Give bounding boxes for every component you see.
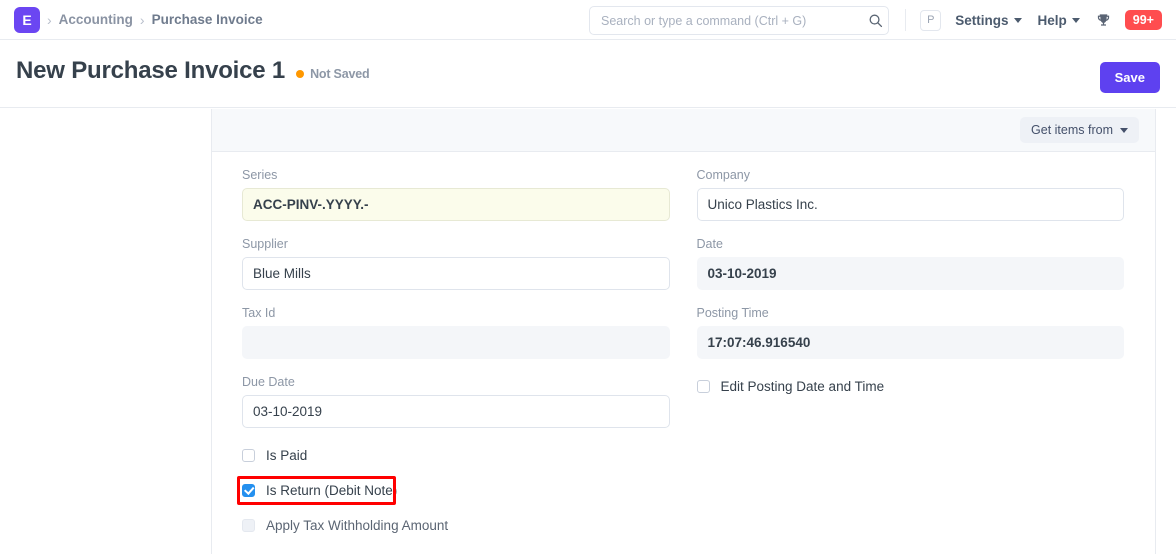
form-column-left: Series Supplier Tax Id Due Date — [242, 168, 670, 549]
breadcrumb-accounting[interactable]: Accounting — [59, 12, 133, 27]
posting-time-input[interactable] — [696, 326, 1124, 359]
label-tax-id: Tax Id — [242, 306, 276, 320]
checkbox-row-apply-tax-withholding[interactable]: Apply Tax Withholding Amount — [242, 514, 670, 536]
nav-settings-label: Settings — [955, 12, 1009, 28]
status-badge: Not Saved — [296, 67, 370, 81]
nav-help-label: Help — [1037, 12, 1067, 28]
breadcrumb-chevron-icon: › — [139, 11, 145, 28]
field-series: Series — [242, 168, 670, 221]
status-label: Not Saved — [310, 67, 370, 81]
app-logo-icon[interactable]: E — [14, 6, 40, 33]
checkbox-row-is-paid[interactable]: Is Paid — [242, 444, 670, 466]
tax-id-input[interactable] — [242, 326, 670, 359]
is-paid-label[interactable]: Is Paid — [266, 448, 307, 463]
label-series: Series — [242, 168, 278, 182]
apply-tax-withholding-label[interactable]: Apply Tax Withholding Amount — [266, 518, 448, 533]
label-date: Date — [696, 237, 723, 251]
status-dot-icon — [296, 70, 305, 78]
get-items-from-button[interactable]: Get items from — [1020, 117, 1139, 143]
navbar-divider — [905, 9, 907, 31]
chevron-down-icon — [1013, 17, 1022, 23]
label-due-date: Due Date — [242, 375, 295, 389]
breadcrumb-chevron-icon: › — [47, 11, 52, 28]
search-input[interactable] — [590, 7, 862, 34]
field-date: Date — [696, 237, 1124, 290]
chevron-down-icon — [1120, 127, 1128, 133]
edit-posting-date-time-checkbox[interactable] — [696, 379, 710, 393]
notification-badge[interactable]: 99+ — [1124, 9, 1162, 31]
is-return-label[interactable]: Is Return (Debit Note) — [266, 483, 397, 498]
left-sidebar — [0, 109, 212, 554]
field-company: Company — [696, 168, 1124, 221]
form-column-right: Company Date Posting Time Edit Posting D… — [696, 168, 1125, 549]
page-title-row: New Purchase Invoice 1 Not Saved — [16, 57, 370, 85]
trophy-icon[interactable] — [1096, 12, 1111, 28]
get-items-from-label: Get items from — [1031, 123, 1113, 137]
nav-settings-menu[interactable]: Settings — [955, 12, 1022, 28]
page-title: New Purchase Invoice 1 — [16, 57, 286, 84]
chevron-down-icon — [1071, 17, 1080, 23]
nav-help-menu[interactable]: Help — [1038, 13, 1080, 28]
field-tax-id: Tax Id — [242, 306, 670, 359]
breadcrumb-purchase-invoice[interactable]: Purchase Invoice — [152, 12, 263, 27]
search-icon[interactable] — [862, 7, 888, 34]
app-logo-letter: E — [22, 11, 32, 28]
form-grid: Series Supplier Tax Id Due Date — [212, 152, 1155, 549]
is-paid-checkbox[interactable] — [242, 448, 255, 462]
page-body: Get items from Series Supplier Tax Id — [0, 109, 1176, 554]
apply-tax-withholding-checkbox[interactable] — [242, 518, 255, 532]
due-date-input[interactable] — [242, 395, 670, 428]
form-card: Get items from Series Supplier Tax Id — [212, 109, 1156, 554]
avatar-letter: P — [927, 14, 935, 26]
edit-posting-date-time-label[interactable]: Edit Posting Date and Time — [721, 379, 885, 394]
label-company: Company — [696, 168, 751, 182]
checkbox-row-is-return[interactable]: Is Return (Debit Note) — [242, 479, 670, 501]
field-due-date: Due Date — [242, 375, 670, 428]
top-navbar: E › Accounting › Purchase Invoice P Sett… — [0, 0, 1176, 40]
save-button[interactable]: Save — [1099, 62, 1160, 93]
page-header: New Purchase Invoice 1 Not Saved Save — [0, 40, 1176, 108]
is-return-checkbox[interactable] — [242, 483, 255, 497]
global-search[interactable] — [589, 6, 889, 35]
field-posting-time: Posting Time — [696, 306, 1124, 359]
label-supplier: Supplier — [242, 237, 288, 251]
navbar-right-group: P Settings Help 99+ — [905, 0, 1176, 40]
form-toolbar: Get items from — [212, 109, 1155, 152]
date-input[interactable] — [696, 257, 1124, 290]
company-input[interactable] — [696, 188, 1124, 221]
series-input[interactable] — [242, 188, 670, 221]
label-posting-time: Posting Time — [696, 306, 769, 320]
checkbox-row-edit-posting-date-time[interactable]: Edit Posting Date and Time — [696, 375, 1125, 397]
avatar[interactable]: P — [920, 9, 942, 31]
supplier-input[interactable] — [242, 257, 670, 290]
field-supplier: Supplier — [242, 237, 670, 290]
